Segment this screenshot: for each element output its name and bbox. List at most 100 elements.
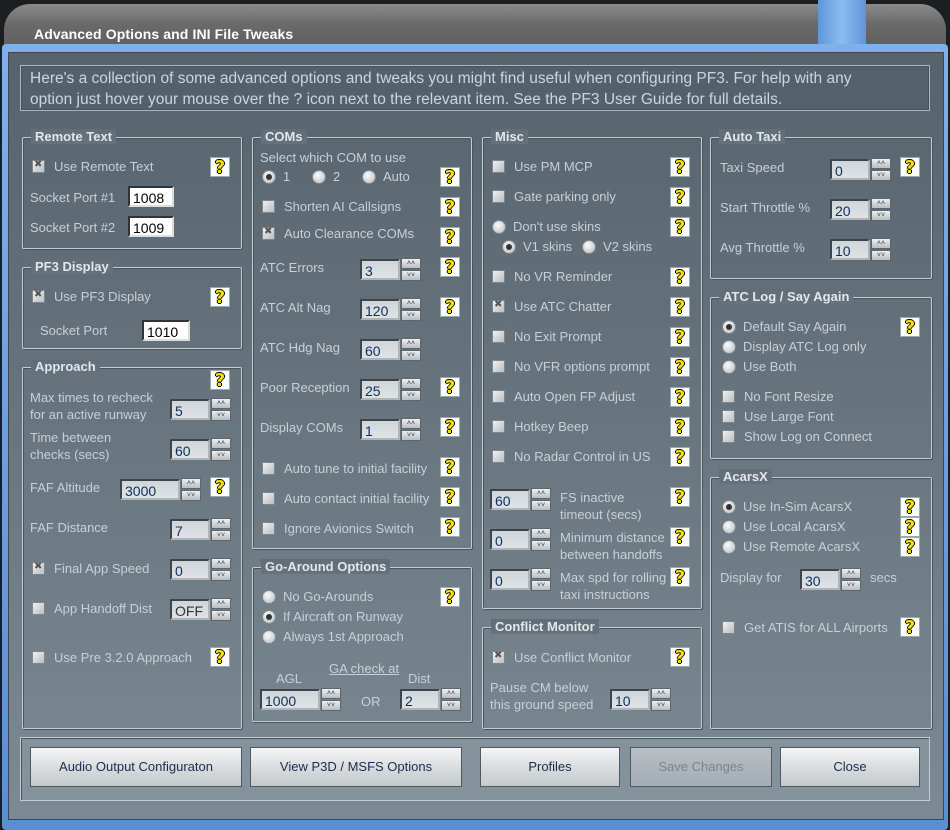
checkbox-atc-log-no-font-resize[interactable]: No Font Resize bbox=[722, 389, 834, 404]
chevron-down-icon[interactable]: ˅˅ bbox=[211, 610, 231, 621]
radio-atc-log-display-log-only[interactable]: Display ATC Log only bbox=[722, 339, 866, 354]
radio-dot[interactable] bbox=[722, 319, 736, 334]
help-question-icon[interactable]: ? bbox=[210, 370, 230, 390]
checkbox-atc-log-large-font[interactable]: Use Large Font bbox=[722, 409, 834, 424]
checkbox-box[interactable] bbox=[32, 651, 45, 664]
approach-time-between-input[interactable]: 60 bbox=[170, 439, 210, 460]
checkbox-box[interactable] bbox=[722, 390, 735, 403]
help-question-icon[interactable]: ? bbox=[900, 497, 920, 517]
checkbox-box[interactable] bbox=[722, 621, 735, 634]
help-question-icon[interactable]: ? bbox=[670, 357, 690, 377]
approach-max-recheck-stepper[interactable]: 5 ˄˄ ˅˅ bbox=[170, 398, 232, 422]
radio-misc-dont-use-skins[interactable]: Don't use skins bbox=[492, 219, 601, 234]
help-question-icon[interactable]: ? bbox=[900, 517, 920, 537]
misc-max-spd-input[interactable]: 0 bbox=[490, 569, 530, 590]
chevron-down-icon[interactable]: ˅˅ bbox=[211, 450, 231, 461]
radio-coms-com1[interactable]: 1 bbox=[262, 169, 290, 184]
chevron-down-icon[interactable]: ˅˅ bbox=[401, 390, 421, 401]
radio-dot[interactable] bbox=[262, 169, 276, 184]
coms-poor-reception-input[interactable]: 25 bbox=[360, 379, 400, 400]
chevron-up-icon[interactable]: ˄˄ bbox=[211, 438, 231, 449]
auto-taxi-avg-throttle-input[interactable]: 10 bbox=[830, 239, 870, 260]
conflict-monitor-pause-stepper[interactable]: 10 ˄˄ ˅˅ bbox=[610, 688, 672, 712]
chevron-up-icon[interactable]: ˄˄ bbox=[871, 238, 891, 249]
help-question-icon[interactable]: ? bbox=[670, 447, 690, 467]
approach-faf-distance-input[interactable]: 7 bbox=[170, 519, 210, 540]
chevron-down-icon[interactable]: ˅˅ bbox=[871, 210, 891, 221]
approach-time-between-stepper[interactable]: 60 ˄˄ ˅˅ bbox=[170, 438, 232, 462]
checkbox-box[interactable] bbox=[492, 190, 505, 203]
checkbox-misc-use-pm-mcp[interactable]: Use PM MCP bbox=[492, 159, 593, 174]
checkbox-misc-gate-parking[interactable]: Gate parking only bbox=[492, 189, 616, 204]
pf3-display-socket-stepper[interactable]: 1010 bbox=[142, 319, 212, 343]
checkbox-box[interactable] bbox=[492, 360, 505, 373]
radio-go-around-none[interactable]: No Go-Arounds bbox=[262, 589, 373, 604]
radio-acarsx-local[interactable]: Use Local AcarsX bbox=[722, 519, 846, 534]
help-question-icon[interactable]: ? bbox=[440, 417, 460, 437]
help-question-icon[interactable]: ? bbox=[440, 487, 460, 507]
chevron-down-icon[interactable]: ˅˅ bbox=[401, 430, 421, 441]
chevron-up-icon[interactable]: ˄˄ bbox=[401, 338, 421, 349]
chevron-up-icon[interactable]: ˄˄ bbox=[321, 688, 341, 699]
chevron-up-icon[interactable]: ˄˄ bbox=[211, 558, 231, 569]
help-question-icon[interactable]: ? bbox=[440, 377, 460, 397]
coms-atc-errors-input[interactable]: 3 bbox=[360, 259, 400, 280]
chevron-down-icon[interactable]: ˅˅ bbox=[211, 570, 231, 581]
audio-button[interactable]: Audio Output Configuraton bbox=[30, 747, 242, 787]
acarsx-display-for-input[interactable]: 30 bbox=[800, 569, 840, 590]
checkbox-box[interactable] bbox=[492, 160, 505, 173]
help-question-icon[interactable]: ? bbox=[670, 567, 690, 587]
checkbox-pf3-display-use-pf3-display[interactable]: Use PF3 Display bbox=[32, 289, 151, 304]
radio-coms-com2[interactable]: 2 bbox=[312, 169, 340, 184]
help-question-icon[interactable]: ? bbox=[440, 587, 460, 607]
radio-dot[interactable] bbox=[722, 339, 736, 354]
help-question-icon[interactable]: ? bbox=[210, 287, 230, 307]
pf3-display-socket-input[interactable]: 1010 bbox=[142, 320, 190, 341]
checkbox-box[interactable] bbox=[492, 299, 505, 313]
checkbox-coms-auto-tune[interactable]: Auto tune to initial facility bbox=[262, 461, 427, 476]
help-question-icon[interactable]: ? bbox=[670, 267, 690, 287]
radio-dot[interactable] bbox=[722, 519, 736, 534]
chevron-up-icon[interactable]: ˄˄ bbox=[651, 688, 671, 699]
checkbox-box[interactable] bbox=[722, 410, 735, 423]
chevron-up-icon[interactable]: ˄˄ bbox=[441, 688, 461, 699]
radio-coms-com-auto[interactable]: Auto bbox=[362, 169, 410, 184]
help-question-icon[interactable]: ? bbox=[900, 317, 920, 337]
help-question-icon[interactable]: ? bbox=[670, 297, 690, 317]
help-question-icon[interactable]: ? bbox=[670, 647, 690, 667]
misc-min-distance-input[interactable]: 0 bbox=[490, 529, 530, 550]
misc-max-spd-stepper[interactable]: 0 ˄˄ ˅˅ bbox=[490, 568, 552, 592]
misc-fs-inactive-stepper[interactable]: 60 ˄˄ ˅˅ bbox=[490, 488, 552, 512]
checkbox-misc-no-vr-reminder[interactable]: No VR Reminder bbox=[492, 269, 612, 284]
help-question-icon[interactable]: ? bbox=[900, 157, 920, 177]
approach-max-recheck-input[interactable]: 5 bbox=[170, 399, 210, 420]
help-question-icon[interactable]: ? bbox=[670, 157, 690, 177]
help-question-icon[interactable]: ? bbox=[440, 167, 460, 187]
approach-app-handoff-stepper[interactable]: OFF ˄˄ ˅˅ bbox=[170, 598, 232, 622]
checkbox-conflict-monitor-use[interactable]: Use Conflict Monitor bbox=[492, 650, 631, 665]
checkbox-misc-no-vfr-prompt[interactable]: No VFR options prompt bbox=[492, 359, 650, 374]
help-question-icon[interactable]: ? bbox=[440, 457, 460, 477]
help-question-icon[interactable]: ? bbox=[440, 517, 460, 537]
chevron-up-icon[interactable]: ˄˄ bbox=[531, 568, 551, 579]
radio-acarsx-remote[interactable]: Use Remote AcarsX bbox=[722, 539, 860, 554]
checkbox-misc-hotkey-beep[interactable]: Hotkey Beep bbox=[492, 419, 588, 434]
radio-dot[interactable] bbox=[502, 239, 516, 254]
help-question-icon[interactable]: ? bbox=[670, 327, 690, 347]
approach-faf-altitude-stepper[interactable]: 3000 ˄˄ ˅˅ bbox=[120, 478, 202, 502]
chevron-down-icon[interactable]: ˅˅ bbox=[401, 310, 421, 321]
radio-acarsx-in-sim[interactable]: Use In-Sim AcarsX bbox=[722, 499, 852, 514]
help-question-icon[interactable]: ? bbox=[440, 227, 460, 247]
radio-dot[interactable] bbox=[722, 359, 736, 374]
checkbox-box[interactable] bbox=[492, 420, 505, 433]
coms-atc-hdg-nag-stepper[interactable]: 60 ˄˄ ˅˅ bbox=[360, 338, 422, 362]
chevron-up-icon[interactable]: ˄˄ bbox=[211, 598, 231, 609]
misc-min-distance-stepper[interactable]: 0 ˄˄ ˅˅ bbox=[490, 528, 552, 552]
help-question-icon[interactable]: ? bbox=[440, 197, 460, 217]
chevron-down-icon[interactable]: ˅˅ bbox=[871, 250, 891, 261]
chevron-down-icon[interactable]: ˅˅ bbox=[321, 700, 341, 711]
help-question-icon[interactable]: ? bbox=[210, 647, 230, 667]
view-options-button[interactable]: View P3D / MSFS Options bbox=[250, 747, 462, 787]
chevron-down-icon[interactable]: ˅˅ bbox=[211, 530, 231, 541]
checkbox-acarsx-get-atis[interactable]: Get ATIS for ALL Airports bbox=[722, 620, 888, 635]
